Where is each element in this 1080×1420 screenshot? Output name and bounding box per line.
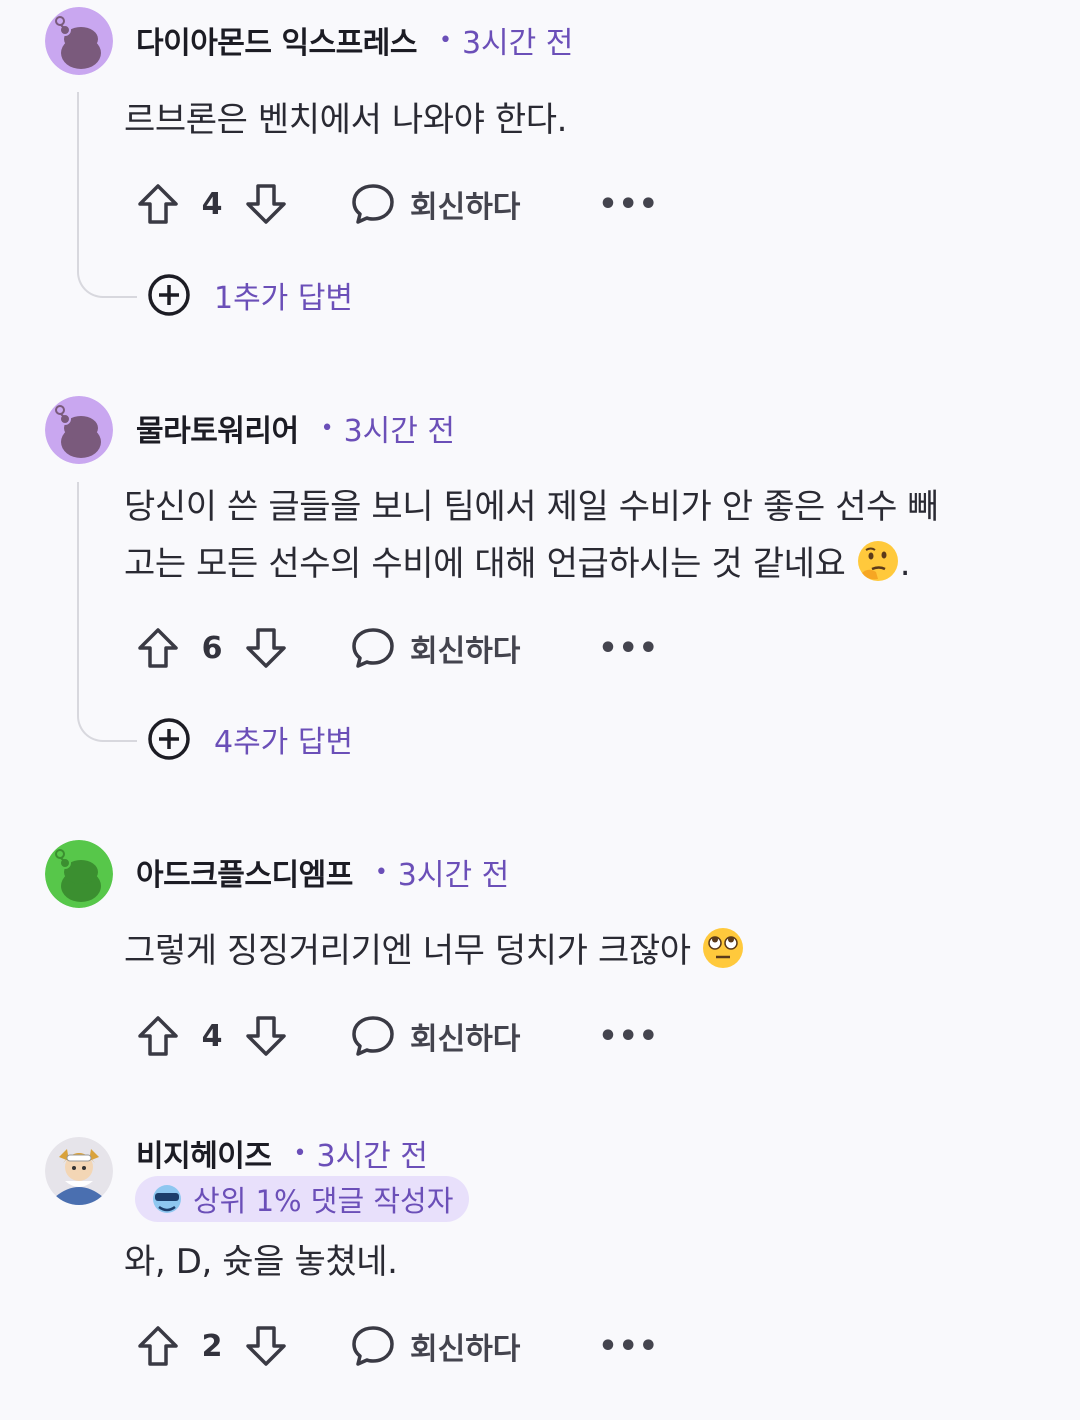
downvote-button[interactable] xyxy=(242,1322,290,1370)
top-commenter-badge[interactable]: 상위 1% 댓글 작성자 xyxy=(135,1176,470,1222)
comment-body: 그렇게 징징거리기엔 너무 덩치가 크잖아 xyxy=(124,923,1024,980)
snoo-avatar-icon xyxy=(45,840,113,908)
upvote-button[interactable] xyxy=(134,624,182,672)
more-options-button[interactable]: ••• xyxy=(598,1329,659,1364)
comment-actions: 4 회신하다 ••• xyxy=(134,179,659,229)
downvote-arrow-icon xyxy=(246,628,286,668)
reply-button[interactable]: 회신하다 xyxy=(350,181,520,227)
thinking-face-emoji-icon xyxy=(857,541,898,581)
comment-actions: 2 회신하다 ••• xyxy=(134,1321,659,1371)
avatar[interactable] xyxy=(45,840,113,908)
separator-dot: • xyxy=(320,415,334,441)
snoo-avatar-icon xyxy=(45,396,113,464)
plus-circle-icon xyxy=(148,718,190,760)
user-avatar-icon xyxy=(45,1137,113,1205)
upvote-arrow-icon xyxy=(138,1326,178,1366)
timestamp: 3시간 전 xyxy=(461,26,574,61)
reply-button[interactable]: 회신하다 xyxy=(350,1013,520,1059)
upvote-button[interactable] xyxy=(134,1012,182,1060)
more-options-button[interactable]: ••• xyxy=(598,631,659,666)
snoo-avatar-icon xyxy=(45,7,113,75)
reply-button[interactable]: 회신하다 xyxy=(350,625,520,671)
timestamp: 3시간 전 xyxy=(397,858,510,893)
downvote-arrow-icon xyxy=(246,184,286,224)
comment-body: 르브론은 벤치에서 나와야 한다. xyxy=(124,100,568,140)
avatar[interactable] xyxy=(45,396,113,464)
comment-header: 다이아몬드 익스프레스 • 3시간 전 xyxy=(136,18,574,62)
upvote-arrow-icon xyxy=(138,184,178,224)
more-replies-label: 1추가 답변 xyxy=(214,281,354,316)
vote-score: 4 xyxy=(201,186,223,222)
timestamp: 3시간 전 xyxy=(343,414,456,449)
speech-bubble-icon xyxy=(352,184,394,224)
thread-line xyxy=(77,482,79,697)
downvote-button[interactable] xyxy=(242,1012,290,1060)
upvote-arrow-icon xyxy=(138,628,178,668)
avatar[interactable] xyxy=(45,7,113,75)
reply-label: 회신하다 xyxy=(410,1332,521,1367)
upvote-arrow-icon xyxy=(138,1016,178,1056)
separator-dot: • xyxy=(438,27,452,53)
comment-body-text: 그렇게 징징거리기엔 너무 덩치가 크잖아 xyxy=(124,931,691,971)
separator-dot: • xyxy=(293,1140,307,1166)
username[interactable]: 다이아몬드 익스프레스 xyxy=(136,18,417,62)
more-options-button[interactable]: ••• xyxy=(598,187,659,222)
plus-circle-icon xyxy=(148,274,190,316)
username[interactable]: 물라토워리어 xyxy=(136,406,299,450)
downvote-arrow-icon xyxy=(246,1326,286,1366)
separator-dot: • xyxy=(374,859,388,885)
comment-body: 당신이 쓴 글들을 보니 팀에서 제일 수비가 안 좋은 선수 빼 고는 모든 … xyxy=(124,479,1024,593)
cool-face-icon xyxy=(153,1185,181,1213)
comment-header: 비지헤이즈 • 3시간 전 xyxy=(136,1131,428,1175)
reply-label: 회신하다 xyxy=(410,190,521,225)
reply-button[interactable]: 회신하다 xyxy=(350,1323,520,1369)
comment-body-text: 고는 모든 선수의 수비에 대해 언급하시는 것 같네요 xyxy=(124,544,846,584)
downvote-arrow-icon xyxy=(246,1016,286,1056)
timestamp: 3시간 전 xyxy=(316,1139,428,1174)
speech-bubble-icon xyxy=(352,1016,394,1056)
upvote-button[interactable] xyxy=(134,180,182,228)
vote-score: 6 xyxy=(201,630,223,666)
vote-score: 2 xyxy=(201,1328,223,1364)
username[interactable]: 비지헤이즈 xyxy=(136,1131,272,1175)
downvote-button[interactable] xyxy=(242,180,290,228)
username[interactable]: 아드크플스디엠프 xyxy=(136,850,353,894)
avatar[interactable] xyxy=(45,1137,113,1205)
eye-roll-emoji-icon xyxy=(703,928,744,968)
comment-body-line: 당신이 쓴 글들을 보니 팀에서 제일 수비가 안 좋은 선수 빼 xyxy=(124,487,939,527)
thread-curve xyxy=(77,250,137,298)
comment-body-text: . xyxy=(899,544,911,584)
reply-label: 회신하다 xyxy=(410,1022,521,1057)
more-replies-button[interactable]: 4추가 답변 xyxy=(146,716,353,762)
thread-curve xyxy=(77,694,137,742)
comment-actions: 6 회신하다 ••• xyxy=(134,623,659,673)
vote-score: 4 xyxy=(201,1018,223,1054)
speech-bubble-icon xyxy=(352,628,394,668)
comment-header: 물라토워리어 • 3시간 전 xyxy=(136,406,456,450)
reply-label: 회신하다 xyxy=(410,634,521,669)
downvote-button[interactable] xyxy=(242,624,290,672)
more-replies-button[interactable]: 1추가 답변 xyxy=(146,272,353,318)
upvote-button[interactable] xyxy=(134,1322,182,1370)
more-replies-label: 4추가 답변 xyxy=(214,725,354,760)
thread-line xyxy=(77,92,79,252)
comment-actions: 4 회신하다 ••• xyxy=(134,1011,659,1061)
speech-bubble-icon xyxy=(352,1326,394,1366)
comment-body: 와, D, 슛을 놓쳤네. xyxy=(124,1242,398,1282)
comment-body-line: 고는 모든 선수의 수비에 대해 언급하시는 것 같네요 . xyxy=(124,536,1024,593)
comment-header: 아드크플스디엠프 • 3시간 전 xyxy=(136,850,510,894)
more-options-button[interactable]: ••• xyxy=(598,1019,659,1054)
badge-label: 상위 1% 댓글 작성자 xyxy=(193,1184,454,1218)
